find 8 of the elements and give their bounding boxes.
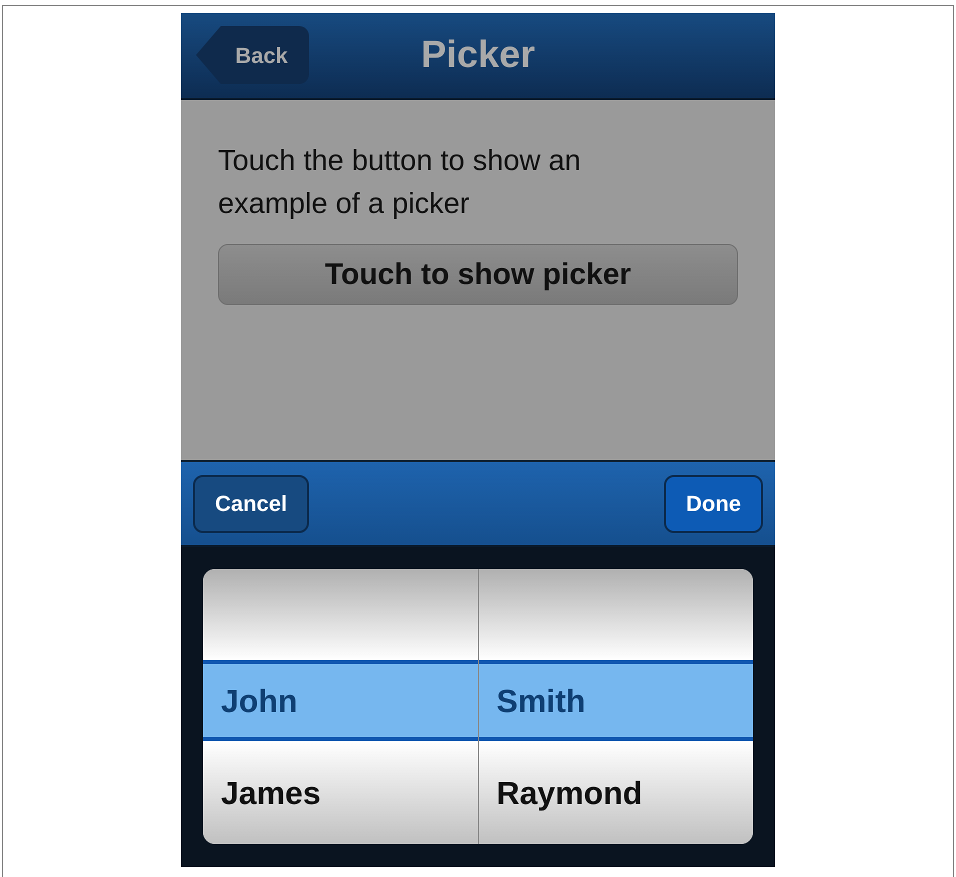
screen-title: Picker: [420, 33, 536, 78]
show-picker-button[interactable]: Touch to show picker: [218, 244, 738, 305]
picker-row[interactable]: Smith: [478, 664, 753, 741]
cancel-button[interactable]: Cancel: [193, 474, 310, 532]
done-button[interactable]: Done: [664, 474, 763, 532]
picker-row[interactable]: John: [203, 664, 478, 741]
instruction-text: Touch the button to show an example of a picker: [218, 144, 582, 222]
back-button[interactable]: Back: [196, 26, 309, 84]
